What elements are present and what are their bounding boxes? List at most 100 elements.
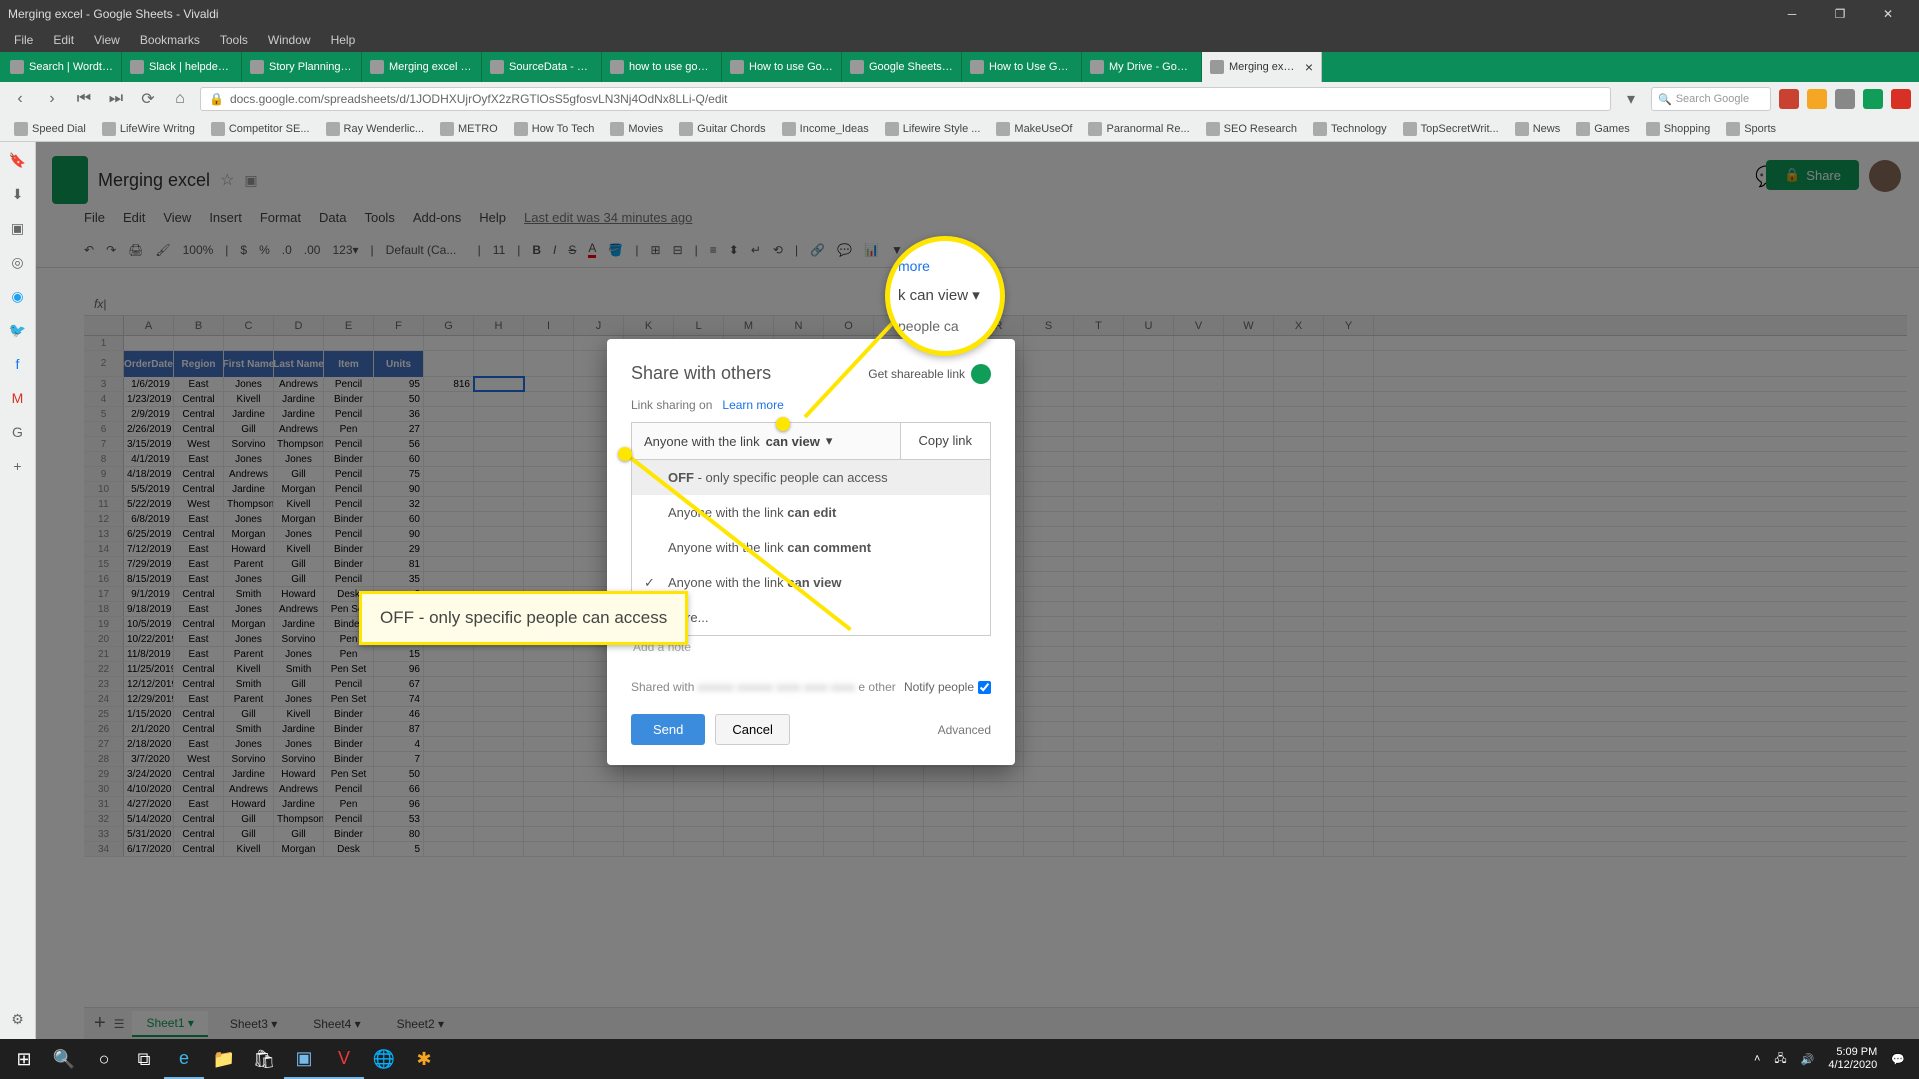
row-number[interactable]: 10 <box>84 482 124 496</box>
table-cell[interactable]: Pencil <box>324 527 374 541</box>
sheet-tab[interactable]: Sheet2 ▾ <box>383 1012 458 1036</box>
table-cell[interactable]: 6/8/2019 <box>124 512 174 526</box>
panel-twitter-icon[interactable]: 🐦 <box>8 320 28 340</box>
table-cell[interactable]: 3/24/2020 <box>124 767 174 781</box>
notify-checkbox[interactable] <box>978 681 991 694</box>
table-cell[interactable]: Gill <box>274 557 324 571</box>
table-cell[interactable]: 7/12/2019 <box>124 542 174 556</box>
row-number[interactable]: 18 <box>84 602 124 616</box>
document-title[interactable]: Merging excel <box>98 170 210 191</box>
table-cell[interactable]: 8/15/2019 <box>124 572 174 586</box>
row-number[interactable]: 27 <box>84 737 124 751</box>
table-cell[interactable]: Howard <box>224 797 274 811</box>
table-cell[interactable]: Jones <box>224 377 274 391</box>
browser-tab[interactable]: Merging excel - Google× <box>1202 52 1322 82</box>
table-cell[interactable]: Smith <box>224 587 274 601</box>
table-cell[interactable]: 7/29/2019 <box>124 557 174 571</box>
table-cell[interactable]: Gill <box>224 827 274 841</box>
row-number[interactable]: 12 <box>84 512 124 526</box>
menu-item[interactable]: Help <box>321 33 366 47</box>
table-cell[interactable]: Binder <box>324 752 374 766</box>
send-button[interactable]: Send <box>631 714 705 745</box>
table-cell[interactable]: 66 <box>374 782 424 796</box>
row-number[interactable]: 13 <box>84 527 124 541</box>
browser-tab[interactable]: Google Sheets 101: The <box>842 52 962 82</box>
table-cell[interactable]: Jones <box>274 692 324 706</box>
table-cell[interactable]: East <box>174 557 224 571</box>
bookmark-item[interactable]: Paranormal Re... <box>1082 120 1195 138</box>
row-number[interactable]: 1 <box>84 336 124 350</box>
sheets-menu-item[interactable]: Data <box>319 210 346 225</box>
table-cell[interactable]: 4/1/2019 <box>124 452 174 466</box>
reload-button[interactable]: ⟳ <box>136 87 160 111</box>
table-cell[interactable]: Pencil <box>324 407 374 421</box>
last-edit-link[interactable]: Last edit was 34 minutes ago <box>524 210 692 225</box>
table-cell[interactable]: 56 <box>374 437 424 451</box>
column-header[interactable]: T <box>1074 316 1124 335</box>
rotate-icon[interactable]: ⟲ <box>773 243 783 257</box>
taskbar-app-icon[interactable]: ▣ <box>284 1039 324 1079</box>
table-cell[interactable]: 5 <box>374 842 424 856</box>
table-cell[interactable]: 2/9/2019 <box>124 407 174 421</box>
table-cell[interactable]: Central <box>174 812 224 826</box>
sheets-logo-icon[interactable] <box>52 156 88 204</box>
table-cell[interactable]: Kivell <box>274 707 324 721</box>
row-number[interactable]: 4 <box>84 392 124 406</box>
font-size[interactable]: 11 <box>493 243 505 257</box>
table-cell[interactable]: Binder <box>324 737 374 751</box>
table-cell[interactable]: Central <box>174 587 224 601</box>
table-cell[interactable]: 15 <box>374 647 424 661</box>
table-cell[interactable]: Central <box>174 842 224 856</box>
link-icon[interactable]: 🔗 <box>810 243 825 257</box>
rewind-button[interactable]: ⏮ <box>72 87 96 111</box>
column-header[interactable]: I <box>524 316 574 335</box>
table-cell[interactable]: 60 <box>374 512 424 526</box>
table-cell[interactable]: Central <box>174 422 224 436</box>
row-number[interactable]: 3 <box>84 377 124 391</box>
table-cell[interactable]: Gill <box>274 467 324 481</box>
browser-tab[interactable]: SourceData - Google Sh <box>482 52 602 82</box>
table-cell[interactable]: Pen <box>324 422 374 436</box>
table-cell[interactable]: Central <box>174 617 224 631</box>
avatar[interactable] <box>1869 160 1901 192</box>
font-select[interactable]: Default (Ca... <box>386 243 466 257</box>
table-cell[interactable]: Morgan <box>274 842 324 856</box>
table-cell[interactable]: Central <box>174 527 224 541</box>
bookmark-item[interactable]: News <box>1509 120 1567 138</box>
panel-gmail-icon[interactable]: M <box>8 388 28 408</box>
row-number[interactable]: 14 <box>84 542 124 556</box>
table-cell[interactable]: Kivell <box>274 497 324 511</box>
table-cell[interactable]: Kivell <box>224 392 274 406</box>
row-number[interactable]: 26 <box>84 722 124 736</box>
table-cell[interactable]: Howard <box>274 587 324 601</box>
table-cell[interactable]: 46 <box>374 707 424 721</box>
row-number[interactable]: 15 <box>84 557 124 571</box>
row-number[interactable]: 24 <box>84 692 124 706</box>
row-number[interactable]: 21 <box>84 647 124 661</box>
table-cell[interactable]: 11/8/2019 <box>124 647 174 661</box>
column-header[interactable]: X <box>1274 316 1324 335</box>
row-number[interactable]: 25 <box>84 707 124 721</box>
sheet-tab[interactable]: Sheet4 ▾ <box>299 1012 374 1036</box>
table-cell[interactable]: 60 <box>374 452 424 466</box>
table-cell[interactable]: Pencil <box>324 377 374 391</box>
star-icon[interactable]: ☆ <box>220 170 234 190</box>
table-cell[interactable]: Jardine <box>274 617 324 631</box>
bookmark-item[interactable]: LifeWire Writng <box>96 120 201 138</box>
row-number[interactable]: 20 <box>84 632 124 646</box>
table-header-cell[interactable]: Units <box>374 351 424 377</box>
sheets-menu-item[interactable]: Help <box>479 210 506 225</box>
start-button[interactable]: ⊞ <box>4 1039 44 1079</box>
column-header[interactable]: J <box>574 316 624 335</box>
bookmark-item[interactable]: Sports <box>1720 120 1782 138</box>
table-cell[interactable]: East <box>174 512 224 526</box>
link-access-dropdown[interactable]: Anyone with the link can view ▾ <box>631 422 901 460</box>
table-cell[interactable]: West <box>174 437 224 451</box>
table-cell[interactable]: Binder <box>324 707 374 721</box>
table-cell[interactable]: Jones <box>274 737 324 751</box>
table-cell[interactable]: Gill <box>224 707 274 721</box>
decimal-increase-icon[interactable]: .00 <box>304 243 321 257</box>
chart-icon[interactable]: 📊 <box>864 243 879 257</box>
table-cell[interactable]: Central <box>174 467 224 481</box>
text-color-icon[interactable]: A <box>588 241 596 258</box>
